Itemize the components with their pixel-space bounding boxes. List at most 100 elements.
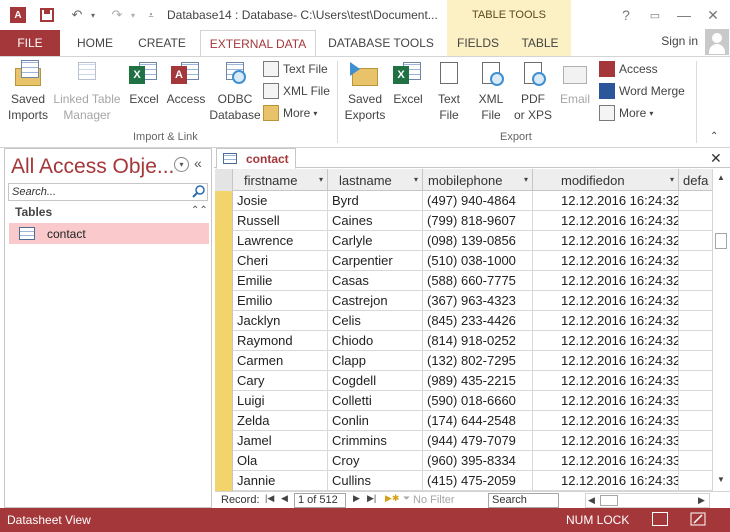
linked-table-manager-button[interactable]: Linked Table Manager	[52, 60, 122, 123]
table-row[interactable]: Jacklyn Celis (845) 233-4426 12.12.2016 16:…	[233, 311, 712, 331]
cell-mobilephone[interactable]: (989) 435-2215	[423, 371, 533, 391]
first-record-icon[interactable]: |◀	[265, 493, 274, 504]
table-row[interactable]: Luigi Colletti (590) 018-6660 12.12.2016 16…	[233, 391, 712, 411]
table-row[interactable]: Emilio Castrejon (367) 963-4323 12.12.2016 …	[233, 291, 712, 311]
cell-firstname[interactable]: Carmen	[233, 351, 328, 371]
cell-mobilephone[interactable]: (590) 018-6660	[423, 391, 533, 411]
cell-firstname[interactable]: Cheri	[233, 251, 328, 271]
cell-default[interactable]	[679, 471, 712, 491]
table-row[interactable]: Russell Caines (799) 818-9607 12.12.2016 16…	[233, 211, 712, 231]
cell-lastname[interactable]: Crimmins	[328, 431, 423, 451]
cell-firstname[interactable]: Zelda	[233, 411, 328, 431]
cell-firstname[interactable]: Luigi	[233, 391, 328, 411]
cell-default[interactable]	[679, 371, 712, 391]
cell-firstname[interactable]: Ola	[233, 451, 328, 471]
cell-firstname[interactable]: Jannie	[233, 471, 328, 491]
cell-lastname[interactable]: Byrd	[328, 191, 423, 211]
table-row[interactable]: Jannie Cullins (415) 475-2059 12.12.2016 16…	[233, 471, 712, 491]
undo-dropdown-icon[interactable]: ▾	[88, 5, 98, 25]
cell-mobilephone[interactable]: (132) 802-7295	[423, 351, 533, 371]
cell-mobilephone[interactable]: (588) 660-7775	[423, 271, 533, 291]
table-row[interactable]: Cheri Carpentier (510) 038-1000 12.12.2016 …	[233, 251, 712, 271]
cell-firstname[interactable]: Raymond	[233, 331, 328, 351]
cell-mobilephone[interactable]: (415) 475-2059	[423, 471, 533, 491]
table-row[interactable]: Josie Byrd (497) 940-4864 12.12.2016 16:24:…	[233, 191, 712, 211]
cell-default[interactable]	[679, 331, 712, 351]
horizontal-scrollbar[interactable]: ◀ ▶	[585, 493, 710, 508]
export-xml-file-button[interactable]: XML File	[474, 60, 508, 123]
cell-modifiedon[interactable]: 12.12.2016 16:24:32	[533, 311, 679, 331]
cell-default[interactable]	[679, 251, 712, 271]
cell-default[interactable]	[679, 431, 712, 451]
user-avatar-icon[interactable]	[705, 29, 729, 55]
undo-icon[interactable]: ↶	[66, 5, 88, 25]
cell-firstname[interactable]: Josie	[233, 191, 328, 211]
previous-record-icon[interactable]: ◀	[281, 493, 288, 504]
new-record-icon[interactable]: ▶✱	[385, 493, 399, 504]
import-xml-file-button[interactable]: XML File	[263, 81, 330, 101]
scrollbar-thumb[interactable]	[715, 233, 727, 249]
collapse-ribbon-icon[interactable]: ⌃	[710, 131, 718, 142]
scroll-left-icon[interactable]: ◀	[588, 495, 595, 506]
column-header-lastname[interactable]: lastname ▾	[328, 169, 423, 191]
cell-default[interactable]	[679, 411, 712, 431]
column-header-modifiedon[interactable]: modifiedon ▾	[533, 169, 679, 191]
cell-default[interactable]	[679, 391, 712, 411]
ribbon-display-options-button[interactable]: ▭	[641, 4, 669, 26]
cell-default[interactable]	[679, 311, 712, 331]
cell-modifiedon[interactable]: 12.12.2016 16:24:33	[533, 431, 679, 451]
cell-lastname[interactable]: Celis	[328, 311, 423, 331]
scroll-right-icon[interactable]: ▶	[698, 495, 705, 506]
table-row[interactable]: Raymond Chiodo (814) 918-0252 12.12.2016 16…	[233, 331, 712, 351]
tab-table[interactable]: TABLE	[509, 30, 571, 56]
cell-firstname[interactable]: Emilio	[233, 291, 328, 311]
vertical-scrollbar[interactable]: ▲ ▼	[712, 169, 729, 491]
table-row[interactable]: Ola Croy (960) 395-8334 12.12.2016 16:24:33	[233, 451, 712, 471]
cell-lastname[interactable]: Chiodo	[328, 331, 423, 351]
cell-mobilephone[interactable]: (960) 395-8334	[423, 451, 533, 471]
import-more-button[interactable]: More ▾	[263, 103, 317, 123]
export-excel-button[interactable]: X Excel	[390, 60, 426, 107]
sign-in-link[interactable]: Sign in	[661, 34, 698, 48]
cell-mobilephone[interactable]: (944) 479-7079	[423, 431, 533, 451]
cell-modifiedon[interactable]: 12.12.2016 16:24:33	[533, 391, 679, 411]
import-access-button[interactable]: A Access	[166, 60, 206, 107]
nav-search-input[interactable]: Search...	[8, 183, 208, 201]
last-record-icon[interactable]: ▶|	[367, 493, 376, 504]
tab-file[interactable]: FILE	[0, 30, 60, 56]
chevron-up-icon[interactable]: ⌃⌃	[191, 205, 208, 216]
cell-lastname[interactable]: Cullins	[328, 471, 423, 491]
cell-lastname[interactable]: Colletti	[328, 391, 423, 411]
cell-modifiedon[interactable]: 12.12.2016 16:24:33	[533, 471, 679, 491]
record-search-input[interactable]: Search	[488, 493, 559, 508]
table-row[interactable]: Lawrence Carlyle (098) 139-0856 12.12.2016 …	[233, 231, 712, 251]
cell-mobilephone[interactable]: (814) 918-0252	[423, 331, 533, 351]
cell-mobilephone[interactable]: (799) 818-9607	[423, 211, 533, 231]
nav-collapse-icon[interactable]: «	[194, 155, 202, 171]
cell-mobilephone[interactable]: (497) 940-4864	[423, 191, 533, 211]
cell-firstname[interactable]: Jamel	[233, 431, 328, 451]
current-record-input[interactable]: 1 of 512	[294, 493, 346, 508]
cell-modifiedon[interactable]: 12.12.2016 16:24:32	[533, 191, 679, 211]
nav-pane-title[interactable]: All Access Obje...	[11, 155, 174, 179]
column-dropdown-icon[interactable]: ▾	[670, 175, 674, 184]
nav-item-contact[interactable]: contact	[9, 223, 209, 244]
search-icon[interactable]	[191, 184, 207, 200]
select-all-corner[interactable]	[215, 169, 233, 191]
export-email-button[interactable]: Email	[558, 60, 592, 107]
customize-quick-access-icon[interactable]: ⩡	[145, 5, 157, 25]
redo-icon[interactable]: ↷	[106, 5, 128, 25]
cell-modifiedon[interactable]: 12.12.2016 16:24:33	[533, 371, 679, 391]
cell-lastname[interactable]: Croy	[328, 451, 423, 471]
cell-modifiedon[interactable]: 12.12.2016 16:24:32	[533, 231, 679, 251]
cell-default[interactable]	[679, 191, 712, 211]
cell-modifiedon[interactable]: 12.12.2016 16:24:33	[533, 411, 679, 431]
column-header-mobilephone[interactable]: mobilephone ▾	[423, 169, 533, 191]
cell-modifiedon[interactable]: 12.12.2016 16:24:32	[533, 251, 679, 271]
cell-mobilephone[interactable]: (845) 233-4426	[423, 311, 533, 331]
document-tab-contact[interactable]: contact	[216, 148, 296, 169]
cell-firstname[interactable]: Emilie	[233, 271, 328, 291]
table-row[interactable]: Zelda Conlin (174) 644-2548 12.12.2016 16:2…	[233, 411, 712, 431]
scroll-down-icon[interactable]: ▼	[717, 475, 725, 484]
cell-firstname[interactable]: Lawrence	[233, 231, 328, 251]
